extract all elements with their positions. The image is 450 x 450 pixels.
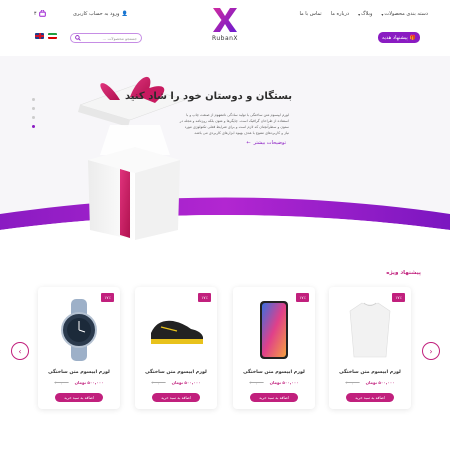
nav-item-contact[interactable]: تماس با ما bbox=[299, 11, 321, 17]
search-placeholder: جستجو محصولات ... bbox=[102, 35, 137, 41]
more-info-link[interactable]: توضیحات بیشتر ← bbox=[246, 140, 286, 146]
nav-item-blog[interactable]: وبلاگ ▾ bbox=[358, 11, 372, 17]
hero-description: لورم ایپسوم متن ساختگی با تولید سادگی نا… bbox=[179, 113, 289, 135]
product-prices: ۵۰۰,۰۰۰ تومان ۶۰۰,۰۰۰ bbox=[233, 380, 315, 385]
cart-button[interactable]: ۴ bbox=[34, 10, 46, 17]
section-title: پیشنهاد ویژه bbox=[386, 270, 421, 276]
add-to-cart-button[interactable]: اضافه به سبد خرید bbox=[250, 393, 298, 402]
main-nav: دسته بندی محصولات ▾ وبلاگ ▾ درباره ما تماس… bbox=[299, 11, 428, 17]
price-new: ۵۰۰,۰۰۰ تومان bbox=[74, 380, 104, 385]
arrow-left-icon: ← bbox=[246, 140, 251, 146]
iran-flag-icon[interactable] bbox=[48, 33, 57, 39]
bag-icon bbox=[38, 10, 46, 17]
add-to-cart-button[interactable]: اضافه به سبد خرید bbox=[55, 393, 103, 402]
login-link[interactable]: 👤 ورود به حساب کاربری bbox=[73, 11, 128, 17]
nav-label: درباره ما bbox=[330, 11, 350, 17]
watch-image bbox=[49, 297, 109, 363]
gift-offer-button[interactable]: پیشنهاد هدیه 🎁 bbox=[378, 32, 420, 43]
slider-dot-active[interactable] bbox=[32, 125, 35, 128]
nav-item-about[interactable]: درباره ما bbox=[331, 11, 349, 17]
site-header: دسته بندی محصولات ▾ وبلاگ ▾ درباره ما تماس… bbox=[0, 0, 450, 56]
logo-mark-icon bbox=[213, 8, 237, 32]
product-prices: ۵۰۰,۰۰۰ تومان ۶۰۰,۰۰۰ bbox=[135, 380, 217, 385]
price-old: ۶۰۰,۰۰۰ bbox=[345, 380, 360, 385]
product-card[interactable]: ۱۷٪ لورم ایپسوم متن ساختگی ۵۰۰,۰۰۰ تومان… bbox=[233, 287, 315, 409]
price-old: ۶۰۰,۰۰۰ bbox=[54, 380, 69, 385]
product-name: لورم ایپسوم متن ساختگی bbox=[145, 370, 207, 375]
chevron-right-icon: › bbox=[429, 346, 433, 356]
user-icon: 👤 bbox=[121, 11, 128, 17]
chevron-left-icon: ‹ bbox=[18, 346, 22, 356]
product-prices: ۵۰۰,۰۰۰ تومان ۶۰۰,۰۰۰ bbox=[38, 380, 120, 385]
add-to-cart-button[interactable]: اضافه به سبد خرید bbox=[152, 393, 200, 402]
price-new: ۵۰۰,۰۰۰ تومان bbox=[269, 380, 299, 385]
product-name: لورم ایپسوم متن ساختگی bbox=[243, 370, 305, 375]
slider-dot[interactable] bbox=[32, 98, 35, 101]
add-to-cart-button[interactable]: اضافه به سبد خرید bbox=[346, 393, 394, 402]
chevron-down-icon: ▾ bbox=[358, 11, 361, 17]
carousel-prev-button[interactable]: ‹ bbox=[11, 342, 29, 360]
phone-image bbox=[244, 297, 304, 363]
search-input[interactable]: جستجو محصولات ... bbox=[70, 33, 142, 43]
slider-dot[interactable] bbox=[32, 116, 35, 119]
site-logo[interactable]: RubanX bbox=[203, 6, 247, 46]
product-card[interactable]: ۱۷٪ لورم ایپسوم متن ساختگی ۵۰۰,۰۰۰ تومان… bbox=[329, 287, 411, 409]
shoe-image bbox=[146, 297, 206, 363]
product-carousel: ۱۷٪ لورم ایپسوم متن ساختگی ۵۰۰,۰۰۰ تومان… bbox=[0, 280, 450, 420]
product-card[interactable]: ۱۷٪ لورم ایپسوم متن ساختگی ۵۰۰,۰۰۰ تومان… bbox=[38, 287, 120, 409]
search-icon[interactable] bbox=[75, 35, 81, 41]
price-old: ۶۰۰,۰۰۰ bbox=[151, 380, 166, 385]
price-new: ۵۰۰,۰۰۰ تومان bbox=[365, 380, 395, 385]
nav-label: وبلاگ bbox=[361, 11, 373, 17]
carousel-next-button[interactable]: › bbox=[422, 342, 440, 360]
nav-label: دسته بندی محصولات bbox=[384, 11, 428, 17]
product-name: لورم ایپسوم متن ساختگی bbox=[339, 370, 401, 375]
cart-count: ۴ bbox=[34, 10, 37, 17]
nav-label: تماس با ما bbox=[299, 11, 322, 17]
chevron-down-icon: ▾ bbox=[381, 11, 384, 17]
language-switcher bbox=[35, 33, 57, 39]
product-card[interactable]: ۱۷٪ لورم ایپسوم متن ساختگی ۵۰۰,۰۰۰ تومان… bbox=[135, 287, 217, 409]
product-prices: ۵۰۰,۰۰۰ تومان ۶۰۰,۰۰۰ bbox=[329, 380, 411, 385]
nav-item-categories[interactable]: دسته بندی محصولات ▾ bbox=[381, 11, 428, 17]
more-info-label: توضیحات بیشتر bbox=[253, 140, 286, 146]
hero-title: بستگان و دوستان خود را شاد کنید bbox=[124, 91, 292, 102]
login-label: ورود به حساب کاربری bbox=[73, 11, 120, 17]
slider-dots bbox=[32, 98, 35, 128]
price-old: ۶۰۰,۰۰۰ bbox=[249, 380, 264, 385]
offer-label: پیشنهاد هدیه bbox=[381, 34, 408, 41]
uk-flag-icon[interactable] bbox=[35, 33, 44, 39]
gift-icon: 🎁 bbox=[409, 34, 417, 41]
shirt-image bbox=[340, 297, 400, 363]
price-new: ۵۰۰,۰۰۰ تومان bbox=[171, 380, 201, 385]
logo-text: RubanX bbox=[211, 35, 239, 42]
product-name: لورم ایپسوم متن ساختگی bbox=[48, 370, 110, 375]
slider-dot[interactable] bbox=[32, 107, 35, 110]
